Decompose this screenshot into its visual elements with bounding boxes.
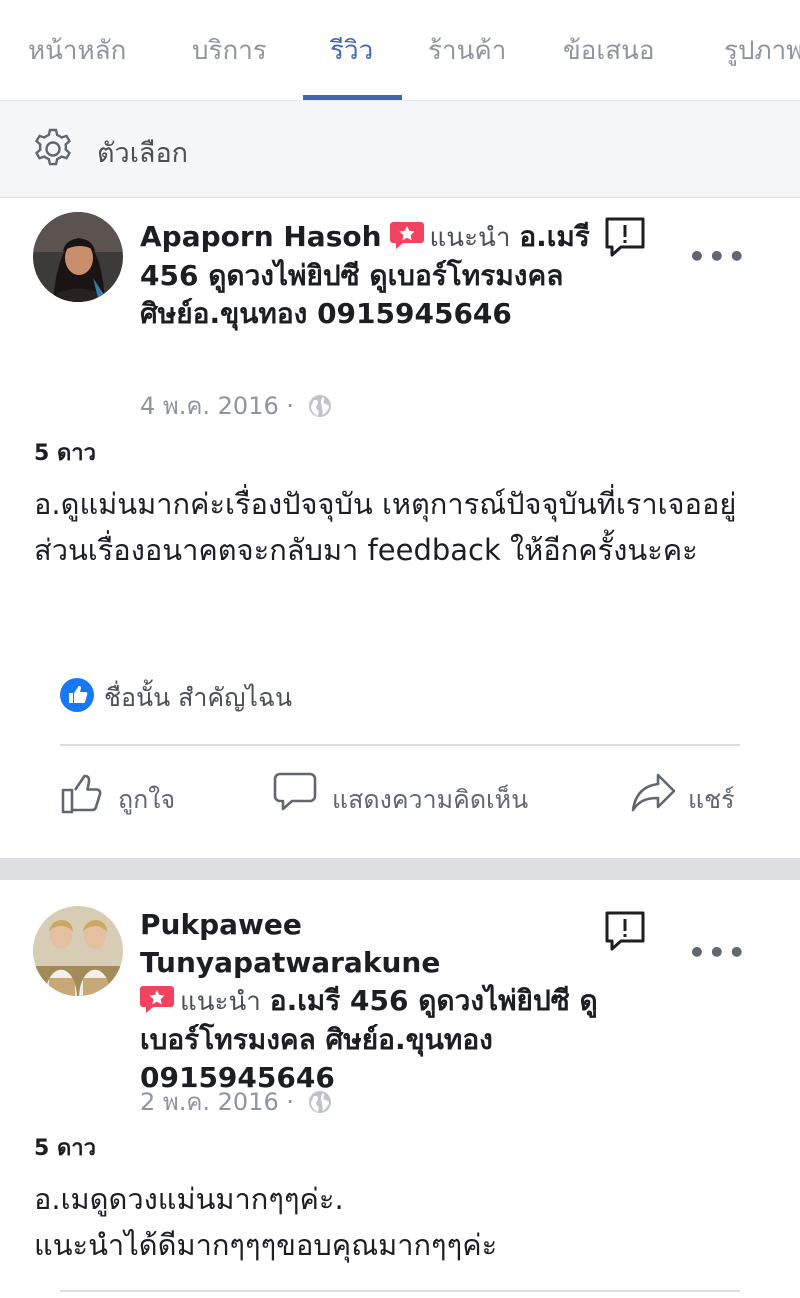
share-icon	[631, 773, 676, 812]
review-date-line: 2 พ.ค. 2016 ·	[140, 1082, 332, 1121]
recommends-label: แนะนำ	[429, 223, 511, 253]
avatar[interactable]	[33, 906, 123, 996]
divider	[60, 1290, 740, 1292]
tab-photos[interactable]: รูปภาพ	[724, 30, 800, 71]
star-rating: 5 ดาว	[34, 1136, 96, 1161]
like-label: ถูกใจ	[118, 785, 176, 814]
review-card: Pukpawee Tunyapatwarakune แนะนำ อ.เมรี 4…	[0, 880, 800, 1298]
star-rating: 5 ดาว	[34, 441, 96, 466]
liked-by-names[interactable]: ชื่อนั้น สำคัญไฉน	[104, 678, 292, 718]
share-button[interactable]: แชร์	[630, 770, 750, 822]
page-tab-bar: หน้าหลัก บริการ รีวิว ร้านค้า ข้อเสนอ รู…	[0, 0, 800, 100]
more-options-icon[interactable]: •••	[688, 936, 748, 969]
comment-label: แสดงความคิดเห็น	[332, 785, 529, 814]
divider	[60, 744, 740, 746]
reviewer-name[interactable]: Apaporn Hasoh	[140, 220, 382, 253]
tab-reviews[interactable]: รีวิว	[330, 30, 373, 71]
review-text-line: อ.เมดูดวงแม่นมากๆๆค่ะ.	[34, 1182, 344, 1216]
tab-offers[interactable]: ข้อเสนอ	[563, 30, 655, 71]
globe-icon	[308, 395, 331, 417]
gear-icon[interactable]	[30, 126, 76, 172]
tab-services[interactable]: บริการ	[192, 30, 267, 71]
globe-icon	[308, 1091, 331, 1113]
review-text: อ.ดูแม่นมากค่ะเรื่องปัจจุบัน เหตุการณ์ปั…	[34, 487, 737, 567]
comment-icon	[273, 772, 317, 811]
like-button[interactable]: ถูกใจ	[60, 770, 200, 822]
recommends-label: แนะนำ	[180, 987, 261, 1017]
date-separator: ·	[286, 1088, 295, 1116]
review-date[interactable]: 4 พ.ค. 2016	[140, 392, 279, 420]
share-label: แชร์	[688, 785, 735, 814]
tab-shop[interactable]: ร้านค้า	[428, 30, 506, 71]
recommend-icon	[389, 222, 424, 249]
review-card: Apaporn Hasoh แนะนำ อ.เมรี 456 ดูดวงไพ่ยิ…	[0, 198, 800, 858]
feed-separator	[0, 858, 800, 880]
recommend-icon	[140, 986, 174, 1013]
review-text-line: แนะนำได้ดีมากๆๆๆขอบคุณมากๆๆค่ะ	[34, 1228, 498, 1262]
review-date-line: 4 พ.ค. 2016 ·	[140, 386, 332, 425]
date-separator: ·	[286, 392, 295, 420]
review-header: Apaporn Hasoh แนะนำ อ.เมรี 456 ดูดวงไพ่ยิ…	[140, 218, 600, 333]
avatar[interactable]	[33, 212, 123, 302]
more-options-icon[interactable]: •••	[688, 240, 748, 273]
comment-button[interactable]: แสดงความคิดเห็น	[272, 770, 562, 822]
review-header: Pukpawee Tunyapatwarakune แนะนำ อ.เมรี 4…	[140, 906, 600, 1097]
report-icon[interactable]	[604, 216, 646, 258]
report-icon[interactable]	[604, 910, 646, 952]
tab-home[interactable]: หน้าหลัก	[28, 30, 126, 71]
review-date[interactable]: 2 พ.ค. 2016	[140, 1088, 279, 1116]
like-badge-icon	[60, 678, 94, 712]
review-text: อ.เมดูดวงแม่นมากๆๆค่ะ. แนะนำได้ดีมากๆๆๆข…	[34, 1176, 774, 1268]
reviewer-name[interactable]: Pukpawee Tunyapatwarakune	[140, 908, 440, 979]
thumbs-up-icon	[61, 774, 102, 814]
options-label[interactable]: ตัวเลือก	[97, 131, 188, 174]
